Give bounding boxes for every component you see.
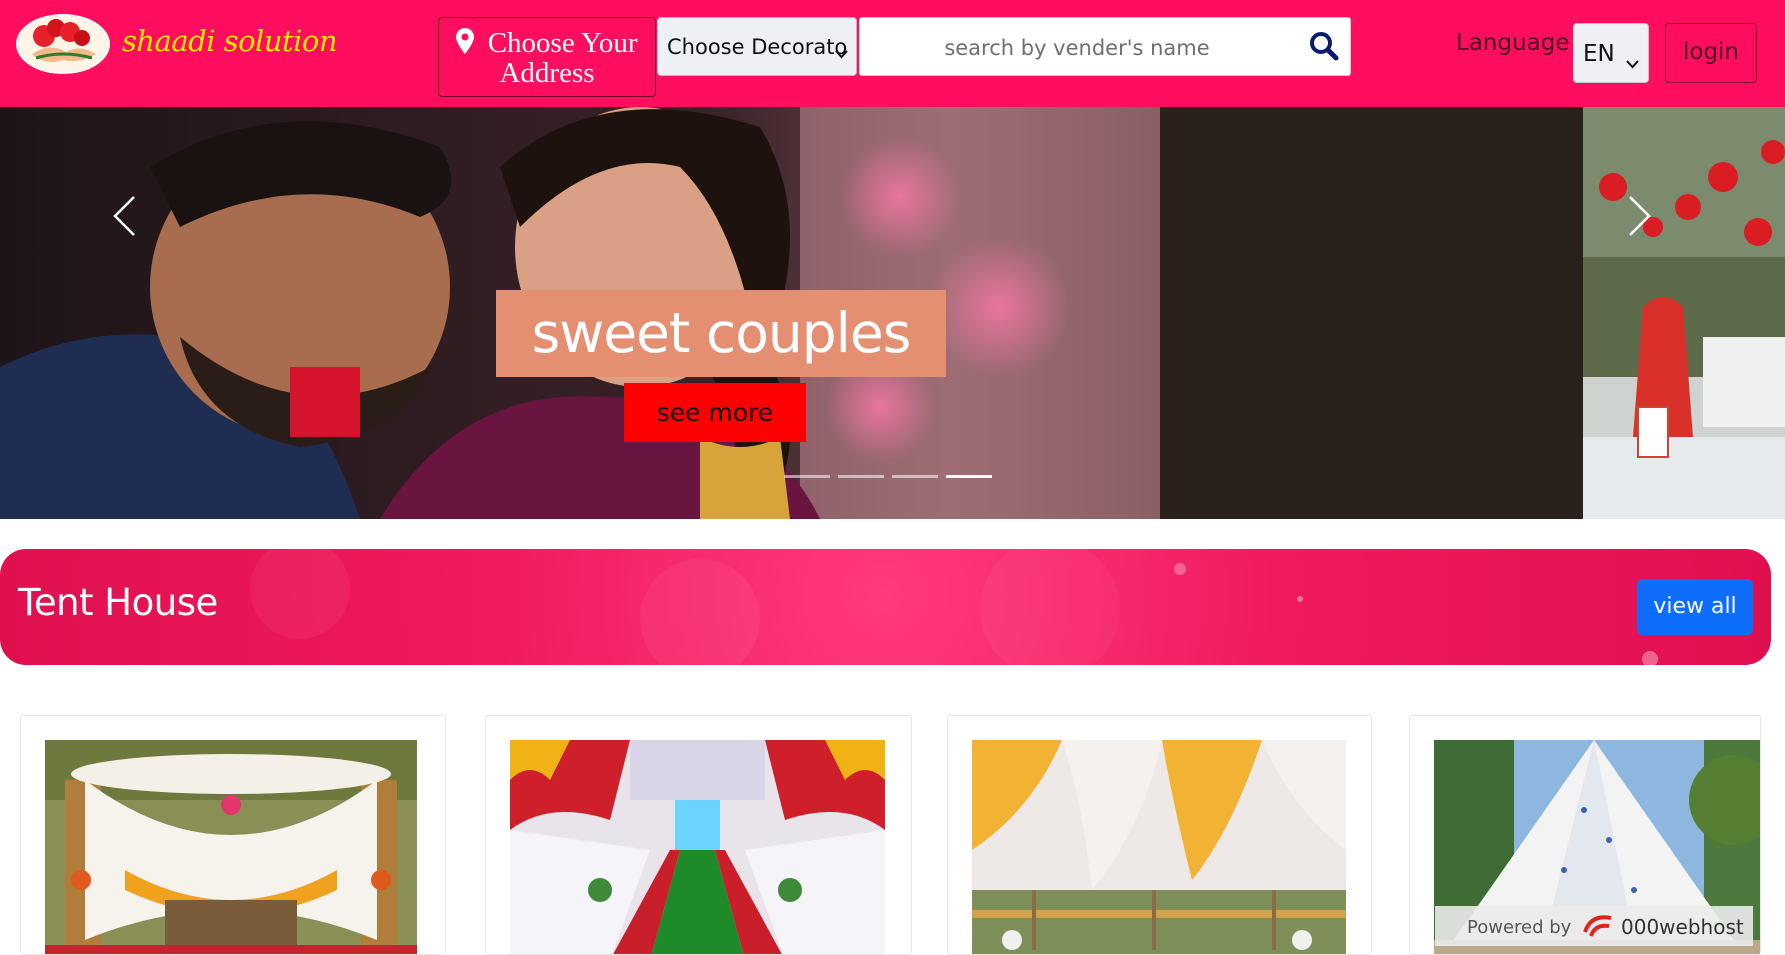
tent-card-1[interactable] bbox=[20, 715, 446, 955]
host-brand-text: 000webhost bbox=[1621, 915, 1744, 939]
powered-by-text: Powered by bbox=[1467, 917, 1572, 938]
language-label: Language bbox=[1456, 30, 1570, 56]
carousel-prev-arrow-icon[interactable] bbox=[112, 195, 136, 241]
section-header-tent-house: Tent House view all bbox=[0, 549, 1771, 665]
tent-card-image bbox=[45, 740, 417, 954]
carousel-indicators bbox=[784, 475, 992, 478]
tent-card-image bbox=[510, 740, 885, 954]
chevron-down-icon bbox=[1626, 49, 1639, 75]
logo-image[interactable] bbox=[16, 14, 110, 74]
carousel-indicator-active[interactable] bbox=[946, 475, 992, 478]
search-icon[interactable] bbox=[1309, 31, 1339, 65]
hosting-watermark[interactable]: Powered by 000webhost bbox=[1435, 906, 1753, 946]
tent-card-image bbox=[972, 740, 1346, 954]
address-line-2: Address bbox=[499, 57, 595, 89]
carousel-indicator[interactable] bbox=[838, 475, 884, 478]
top-navbar: shaadi solution Choose Your Address Choo… bbox=[0, 0, 1785, 107]
category-select[interactable]: Choose Decorato bbox=[657, 17, 857, 76]
search-input[interactable] bbox=[860, 18, 1294, 77]
map-pin-icon bbox=[456, 27, 487, 59]
chevron-down-icon bbox=[835, 40, 848, 64]
hero-carousel: sweet couples see more bbox=[0, 107, 1785, 519]
vendor-search bbox=[859, 17, 1351, 77]
see-more-button[interactable]: see more bbox=[624, 383, 806, 442]
bokeh-background bbox=[250, 549, 1658, 665]
section-title: Tent House bbox=[18, 581, 218, 624]
carousel-caption: sweet couples bbox=[496, 290, 946, 377]
carousel-indicator[interactable] bbox=[784, 475, 830, 478]
login-button[interactable]: login bbox=[1665, 23, 1757, 83]
tent-card-3[interactable] bbox=[947, 715, 1372, 955]
host-logo-icon bbox=[1581, 912, 1615, 945]
category-select-value: Choose Decorato bbox=[667, 35, 848, 59]
language-select-value: EN bbox=[1583, 41, 1615, 67]
carousel-indicator[interactable] bbox=[892, 475, 938, 478]
address-line-1: Choose Your bbox=[487, 27, 638, 59]
tent-card-2[interactable] bbox=[485, 715, 912, 955]
carousel-next-slide-preview bbox=[1583, 107, 1785, 519]
choose-address-button[interactable]: Choose Your Address bbox=[438, 17, 656, 97]
view-all-button[interactable]: view all bbox=[1637, 579, 1753, 635]
site-logo-text[interactable]: shaadi solution bbox=[122, 24, 338, 58]
language-select[interactable]: EN bbox=[1573, 23, 1649, 83]
carousel-next-arrow-icon[interactable] bbox=[1628, 195, 1652, 241]
